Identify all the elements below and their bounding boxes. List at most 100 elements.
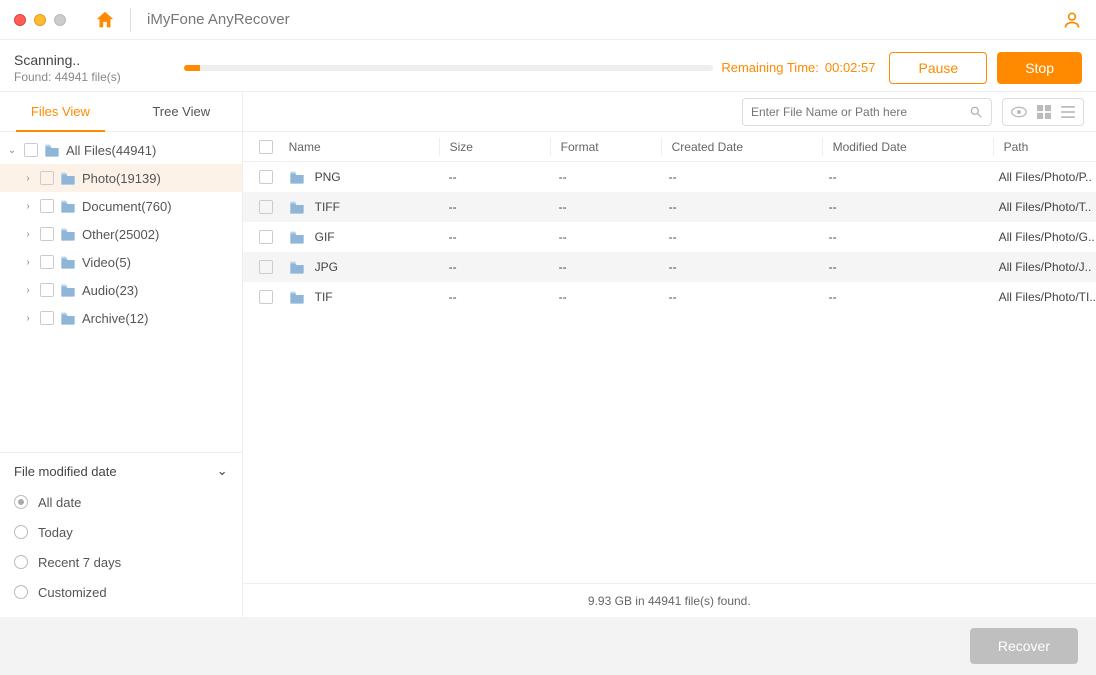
row-checkbox[interactable] bbox=[259, 260, 273, 274]
tree-root[interactable]: ⌄ All Files(44941) bbox=[0, 136, 242, 164]
table-row[interactable]: TIF--------All Files/Photo/TI.. bbox=[243, 282, 1096, 312]
maximize-window[interactable] bbox=[54, 14, 66, 26]
checkbox[interactable] bbox=[40, 255, 54, 269]
tab-tree-view[interactable]: Tree View bbox=[121, 92, 242, 131]
tab-files-view[interactable]: Files View bbox=[0, 92, 121, 131]
row-path: All Files/Photo/TI.. bbox=[989, 290, 1096, 304]
checkbox[interactable] bbox=[40, 199, 54, 213]
chevron-right-icon[interactable]: › bbox=[22, 285, 34, 296]
row-modified: -- bbox=[819, 260, 989, 274]
table-row[interactable]: GIF--------All Files/Photo/G.. bbox=[243, 222, 1096, 252]
col-created[interactable]: Created Date bbox=[662, 140, 822, 154]
row-format: -- bbox=[549, 260, 659, 274]
filter-option[interactable]: Recent 7 days bbox=[14, 547, 228, 577]
chevron-down-icon[interactable]: ⌄ bbox=[6, 145, 18, 156]
row-size: -- bbox=[439, 260, 549, 274]
filter-option[interactable]: All date bbox=[14, 487, 228, 517]
row-name: PNG bbox=[315, 170, 341, 184]
filter-option-label: Recent 7 days bbox=[38, 555, 121, 570]
table-row[interactable]: TIFF--------All Files/Photo/T.. bbox=[243, 192, 1096, 222]
home-icon[interactable] bbox=[94, 9, 116, 31]
row-created: -- bbox=[659, 230, 819, 244]
tree-item[interactable]: ›Video(5) bbox=[0, 248, 242, 276]
filter-option[interactable]: Today bbox=[14, 517, 228, 547]
close-window[interactable] bbox=[14, 14, 26, 26]
col-path[interactable]: Path bbox=[994, 140, 1096, 154]
radio[interactable] bbox=[14, 585, 28, 599]
app-title: iMyFone AnyRecover bbox=[147, 11, 290, 28]
chevron-right-icon[interactable]: › bbox=[22, 229, 34, 240]
scan-status: Scanning.. bbox=[14, 52, 184, 68]
row-modified: -- bbox=[819, 200, 989, 214]
grid-view-icon[interactable] bbox=[1037, 105, 1051, 119]
minimize-window[interactable] bbox=[34, 14, 46, 26]
row-name: TIF bbox=[315, 290, 333, 304]
filter-option-label: Today bbox=[38, 525, 73, 540]
folder-icon bbox=[60, 227, 76, 241]
search-input[interactable] bbox=[751, 105, 969, 119]
tree-item[interactable]: ›Other(25002) bbox=[0, 220, 242, 248]
search-icon[interactable] bbox=[969, 105, 983, 119]
chevron-right-icon[interactable]: › bbox=[22, 201, 34, 212]
checkbox[interactable] bbox=[24, 143, 38, 157]
col-modified[interactable]: Modified Date bbox=[823, 140, 993, 154]
folder-icon bbox=[289, 230, 305, 244]
checkbox[interactable] bbox=[40, 311, 54, 325]
row-created: -- bbox=[659, 260, 819, 274]
col-name[interactable]: Name bbox=[279, 140, 439, 154]
filter-header[interactable]: File modified date ⌄ bbox=[14, 463, 228, 479]
folder-icon bbox=[289, 260, 305, 274]
row-checkbox[interactable] bbox=[259, 290, 273, 304]
table-row[interactable]: PNG--------All Files/Photo/P.. bbox=[243, 162, 1096, 192]
radio[interactable] bbox=[14, 525, 28, 539]
preview-icon[interactable] bbox=[1011, 106, 1027, 118]
account-icon[interactable] bbox=[1062, 10, 1082, 30]
tree-item-label: Document(760) bbox=[82, 199, 172, 214]
checkbox[interactable] bbox=[40, 171, 54, 185]
tree-item[interactable]: ›Photo(19139) bbox=[0, 164, 242, 192]
tree-root-label: All Files(44941) bbox=[66, 143, 156, 158]
search-box[interactable] bbox=[742, 98, 992, 126]
row-format: -- bbox=[549, 200, 659, 214]
col-size[interactable]: Size bbox=[440, 140, 550, 154]
filter-option-label: All date bbox=[38, 495, 81, 510]
row-checkbox[interactable] bbox=[259, 200, 273, 214]
checkbox[interactable] bbox=[40, 227, 54, 241]
folder-icon bbox=[289, 290, 305, 304]
separator bbox=[130, 8, 131, 32]
radio[interactable] bbox=[14, 495, 28, 509]
stop-button[interactable]: Stop bbox=[997, 52, 1082, 84]
list-view-icon[interactable] bbox=[1061, 106, 1075, 118]
table-row[interactable]: JPG--------All Files/Photo/J.. bbox=[243, 252, 1096, 282]
folder-icon bbox=[60, 311, 76, 325]
row-checkbox[interactable] bbox=[259, 230, 273, 244]
main-panel: Name Size Format Created Date Modified D… bbox=[243, 92, 1096, 617]
checkbox[interactable] bbox=[40, 283, 54, 297]
chevron-down-icon: ⌄ bbox=[217, 463, 228, 479]
scan-bar: Scanning.. Found: 44941 file(s) Remainin… bbox=[0, 40, 1096, 92]
chevron-right-icon[interactable]: › bbox=[22, 313, 34, 324]
chevron-right-icon[interactable]: › bbox=[22, 257, 34, 268]
tree-item[interactable]: ›Archive(12) bbox=[0, 304, 242, 332]
table-body: PNG--------All Files/Photo/P..TIFF------… bbox=[243, 162, 1096, 312]
tree-item[interactable]: ›Audio(23) bbox=[0, 276, 242, 304]
row-size: -- bbox=[439, 230, 549, 244]
select-all-checkbox[interactable] bbox=[259, 140, 273, 154]
row-checkbox[interactable] bbox=[259, 170, 273, 184]
row-created: -- bbox=[659, 170, 819, 184]
filter-option[interactable]: Customized bbox=[14, 577, 228, 607]
folder-icon bbox=[289, 170, 305, 184]
row-format: -- bbox=[549, 230, 659, 244]
titlebar: iMyFone AnyRecover bbox=[0, 0, 1096, 40]
col-format[interactable]: Format bbox=[551, 140, 661, 154]
filter-option-label: Customized bbox=[38, 585, 107, 600]
row-modified: -- bbox=[819, 170, 989, 184]
filter-title: File modified date bbox=[14, 464, 117, 479]
radio[interactable] bbox=[14, 555, 28, 569]
recover-button[interactable]: Recover bbox=[970, 628, 1078, 664]
row-created: -- bbox=[659, 290, 819, 304]
chevron-right-icon[interactable]: › bbox=[22, 173, 34, 184]
pause-button[interactable]: Pause bbox=[889, 52, 987, 84]
row-name: JPG bbox=[315, 260, 338, 274]
tree-item[interactable]: › Document(760) bbox=[0, 192, 242, 220]
